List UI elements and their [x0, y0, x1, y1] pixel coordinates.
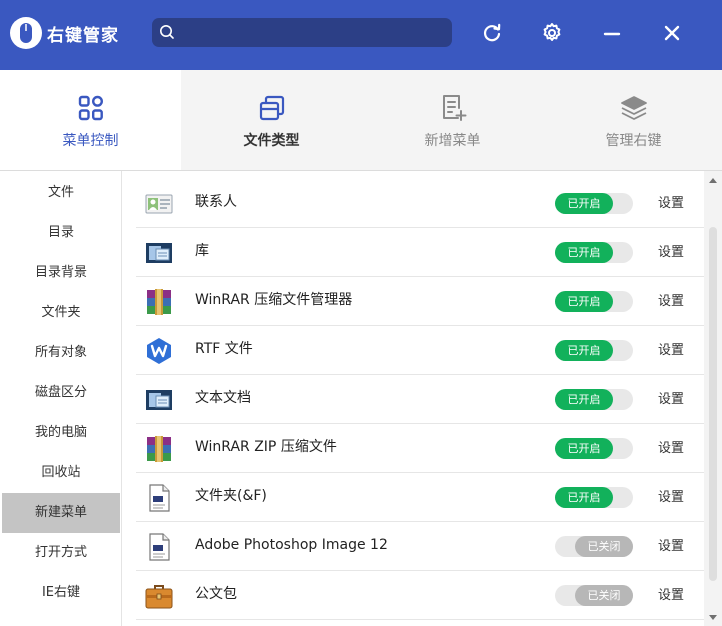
add-document-icon — [443, 95, 467, 121]
title-bar: 右键管家 — [0, 0, 722, 70]
sidebar-item-new-menu[interactable]: 新建菜单 — [2, 493, 120, 533]
briefcase-icon — [145, 585, 173, 609]
winrar-icon — [147, 289, 171, 315]
sidebar: 文件 目录 目录背景 文件夹 所有对象 磁盘区分 我的电脑 回收站 新建菜单 打… — [0, 171, 122, 626]
tab-label: 新增菜单 — [424, 133, 481, 149]
list-item: 库 已开启 设置 — [136, 228, 704, 277]
list-item: RTF 文件 已开启 设置 — [136, 326, 704, 375]
settings-link[interactable]: 设置 — [658, 522, 684, 572]
settings-link[interactable]: 设置 — [658, 179, 684, 229]
vertical-scrollbar[interactable] — [704, 171, 722, 626]
settings-link[interactable]: 设置 — [658, 277, 684, 327]
tab-manage-right-click[interactable]: 管理右键 — [543, 70, 722, 170]
settings-link[interactable]: 设置 — [658, 424, 684, 474]
scroll-up-arrow-icon[interactable] — [709, 178, 717, 183]
settings-link[interactable]: 设置 — [658, 375, 684, 425]
tab-menu-control[interactable]: 菜单控制 — [0, 70, 181, 170]
sidebar-item-recycle-bin[interactable]: 回收站 — [2, 453, 120, 493]
sidebar-item-my-computer[interactable]: 我的电脑 — [2, 413, 120, 453]
tab-label: 文件类型 — [243, 133, 300, 149]
tab-file-types[interactable]: 文件类型 — [181, 70, 362, 170]
status-toggle[interactable]: 已开启 — [555, 291, 633, 312]
toggle-label: 已开启 — [555, 438, 613, 459]
settings-link[interactable]: 设置 — [658, 571, 684, 621]
status-toggle[interactable]: 已关闭 — [555, 585, 633, 606]
refresh-button[interactable] — [480, 21, 504, 45]
toggle-label: 已关闭 — [575, 536, 633, 557]
toggle-label: 已开启 — [555, 340, 613, 361]
search-icon — [160, 25, 174, 39]
list-item: WinRAR ZIP 压缩文件 已开启 设置 — [136, 424, 704, 473]
toggle-label: 已开启 — [555, 389, 613, 410]
sidebar-item-directory-background[interactable]: 目录背景 — [2, 253, 120, 293]
list-item: 文件夹(&F) 已开启 设置 — [136, 473, 704, 522]
status-toggle[interactable]: 已关闭 — [555, 536, 633, 557]
gear-icon — [543, 23, 561, 41]
status-toggle[interactable]: 已开启 — [555, 487, 633, 508]
tab-label: 管理右键 — [605, 133, 662, 149]
status-toggle[interactable]: 已开启 — [555, 242, 633, 263]
sidebar-item-directory[interactable]: 目录 — [2, 213, 120, 253]
list-item: 文本文档 已开启 设置 — [136, 375, 704, 424]
item-name: RTF 文件 — [195, 341, 253, 357]
wps-icon — [147, 338, 171, 364]
menu-item-list: 联系人 已开启 设置 库 已开启 设置 WinRAR 压缩文件管理器 已开启 设… — [122, 171, 704, 626]
contact-card-icon — [145, 194, 173, 214]
toggle-label: 已开启 — [555, 291, 613, 312]
item-name: WinRAR 压缩文件管理器 — [195, 292, 353, 308]
item-name: WinRAR ZIP 压缩文件 — [195, 439, 337, 455]
tab-label: 菜单控制 — [62, 133, 119, 149]
settings-link[interactable]: 设置 — [658, 228, 684, 278]
item-name: 文件夹(&F) — [195, 488, 267, 504]
search-box[interactable] — [152, 18, 452, 47]
status-toggle[interactable]: 已开启 — [555, 438, 633, 459]
sidebar-item-ie-right-click[interactable]: IE右键 — [2, 573, 120, 613]
list-item: 联系人 已开启 设置 — [136, 179, 704, 228]
list-item: Adobe Photoshop Image 12 已关闭 设置 — [136, 522, 704, 571]
toggle-label: 已开启 — [555, 242, 613, 263]
item-name: Adobe Photoshop Image 12 — [195, 537, 388, 553]
minimize-icon — [603, 32, 621, 36]
main-tabs: 菜单控制 文件类型 新增菜单 管理右键 — [0, 70, 722, 171]
sidebar-item-all-objects[interactable]: 所有对象 — [2, 333, 120, 373]
grid-icon — [78, 95, 104, 121]
toggle-label: 已开启 — [555, 193, 613, 214]
winrar-icon — [147, 436, 171, 462]
document-icon — [149, 484, 170, 512]
status-toggle[interactable]: 已开启 — [555, 389, 633, 410]
close-button[interactable] — [660, 21, 684, 45]
app-title: 右键管家 — [47, 26, 119, 46]
item-name: 联系人 — [195, 194, 237, 210]
mouse-logo-icon — [10, 17, 42, 49]
toggle-label: 已开启 — [555, 487, 613, 508]
layers-icon — [621, 96, 647, 120]
settings-link[interactable]: 设置 — [658, 326, 684, 376]
sidebar-item-open-with[interactable]: 打开方式 — [2, 533, 120, 573]
scroll-down-arrow-icon[interactable] — [709, 615, 717, 620]
status-toggle[interactable]: 已开启 — [555, 340, 633, 361]
search-input[interactable] — [180, 22, 442, 43]
close-icon — [664, 25, 680, 41]
scroll-thumb[interactable] — [709, 227, 717, 581]
status-toggle[interactable]: 已开启 — [555, 193, 633, 214]
refresh-icon — [483, 23, 501, 42]
item-name: 公文包 — [195, 586, 237, 602]
library-icon — [146, 390, 172, 410]
sidebar-item-file[interactable]: 文件 — [2, 173, 120, 213]
item-name: 库 — [195, 243, 209, 259]
document-icon — [149, 533, 170, 561]
list-item: 公文包 已关闭 设置 — [136, 571, 704, 620]
list-item: WinRAR 压缩文件管理器 已开启 设置 — [136, 277, 704, 326]
toggle-label: 已关闭 — [575, 585, 633, 606]
file-type-icon — [259, 95, 285, 121]
item-name: 文本文档 — [195, 390, 251, 406]
settings-button[interactable] — [540, 21, 564, 45]
library-icon — [146, 243, 172, 263]
sidebar-item-folder[interactable]: 文件夹 — [2, 293, 120, 333]
sidebar-item-disk-partition[interactable]: 磁盘区分 — [2, 373, 120, 413]
settings-link[interactable]: 设置 — [658, 473, 684, 523]
tab-add-menu[interactable]: 新增菜单 — [362, 70, 543, 170]
minimize-button[interactable] — [600, 21, 624, 45]
